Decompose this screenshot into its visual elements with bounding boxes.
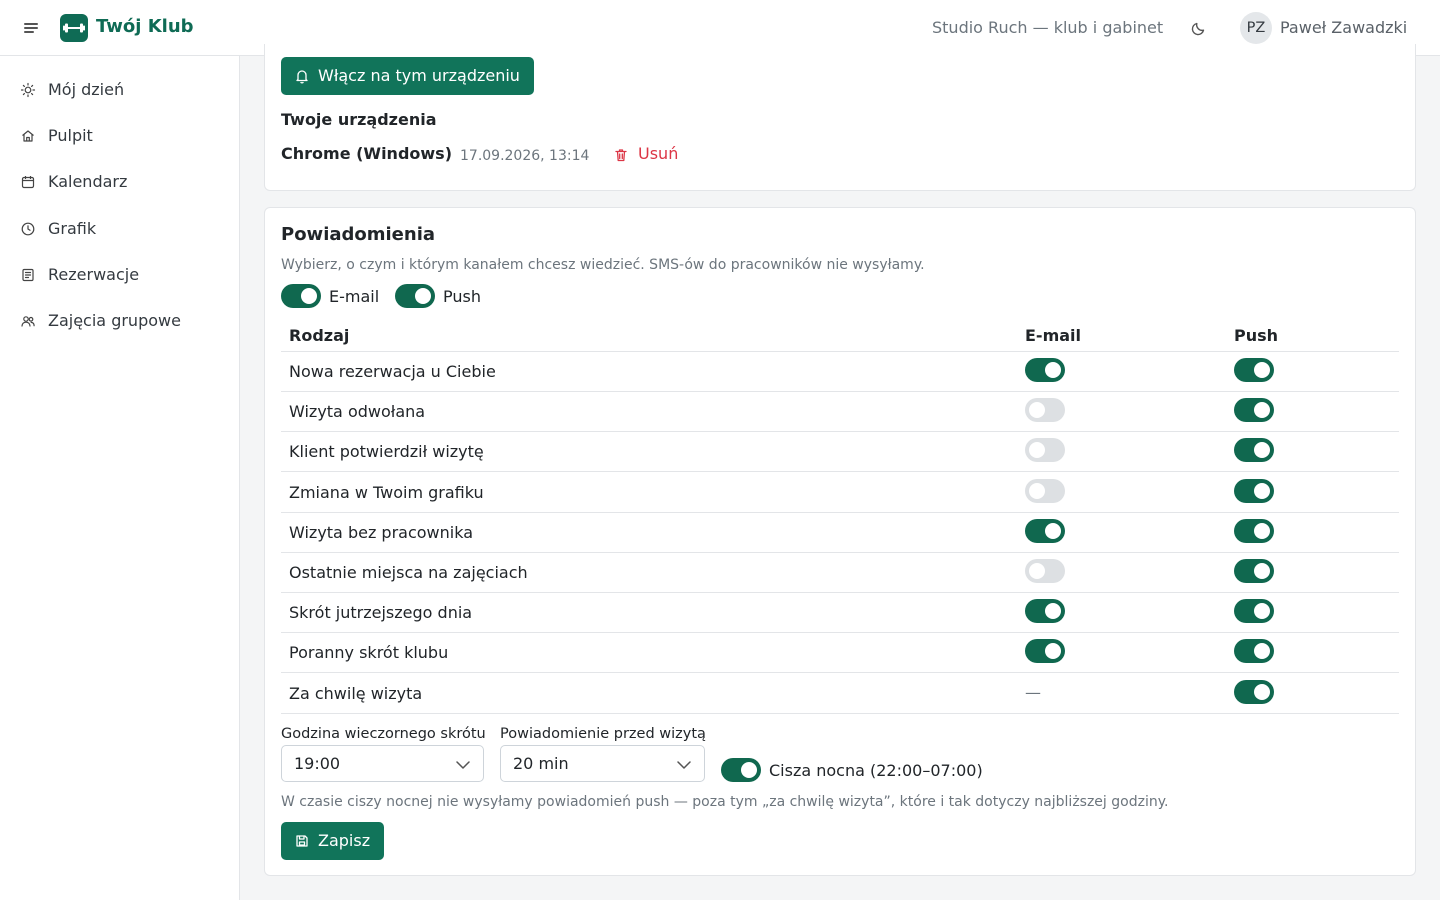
email-toggle[interactable] xyxy=(1025,599,1065,624)
column-type: Rodzaj xyxy=(289,326,350,345)
sidebar-item-reservations[interactable]: Rezerwacje xyxy=(0,255,239,295)
sidebar-item-label: Rezerwacje xyxy=(48,265,140,284)
push-toggle[interactable] xyxy=(1234,559,1274,583)
menu-icon[interactable] xyxy=(22,19,42,37)
row-label: Ostatnie miejsca na zajęciach xyxy=(289,563,528,582)
push-toggle[interactable] xyxy=(1234,478,1274,503)
save-icon xyxy=(296,835,308,847)
sidebar: Mój dzień Pulpit Kalendarz Grafik Rezerw… xyxy=(0,56,240,900)
table-row: Klient potwierdził wizytę xyxy=(281,432,1399,473)
studio-name: Studio Ruch — klub i gabinet xyxy=(932,18,1164,37)
table-row: Wizyta odwołana xyxy=(281,392,1399,433)
push-toggle[interactable] xyxy=(1234,438,1274,463)
email-toggle[interactable] xyxy=(1025,438,1065,463)
notifications-card: Powiadomienia Wybierz, o czym i którym k… xyxy=(264,207,1416,876)
email-unavailable: — xyxy=(1025,682,1041,702)
column-email: E-mail xyxy=(1025,326,1082,345)
table-row: Poranny skrót klubu xyxy=(281,633,1399,674)
calendar-icon xyxy=(21,176,35,189)
sun-icon xyxy=(20,82,36,98)
trash-icon xyxy=(615,149,627,162)
before-visit-value: 20 min xyxy=(513,754,569,773)
user-name[interactable]: Paweł Zawadzki xyxy=(1280,17,1407,39)
row-label: Zmiana w Twoim grafiku xyxy=(289,482,484,502)
push-toggle[interactable] xyxy=(1234,398,1274,423)
notifications-title: Powiadomienia xyxy=(281,224,436,245)
brand-title[interactable]: Twój Klub xyxy=(96,15,194,39)
sidebar-item-dashboard[interactable]: Pulpit xyxy=(0,116,239,156)
before-visit-label: Powiadomienie przed wizytą xyxy=(500,726,706,742)
sidebar-item-label: Grafik xyxy=(48,219,97,238)
device-name: Chrome (Windows) xyxy=(281,144,453,163)
home-icon xyxy=(22,130,34,142)
master-email-toggle[interactable] xyxy=(281,284,321,308)
save-button[interactable]: Zapisz xyxy=(281,822,384,860)
sidebar-item-group-classes[interactable]: Zajęcia grupowe xyxy=(0,301,239,341)
email-toggle[interactable] xyxy=(1025,358,1065,382)
table-row: Ostatnie miejsca na zajęciach xyxy=(281,553,1399,593)
table-row: Wizyta bez pracownika xyxy=(281,513,1399,553)
row-label: Wizyta bez pracownika xyxy=(289,522,474,542)
master-email-label: E-mail xyxy=(329,287,380,306)
column-push: Push xyxy=(1234,326,1279,345)
sidebar-item-label: Kalendarz xyxy=(48,172,128,191)
push-toggle[interactable] xyxy=(1234,518,1274,543)
push-toggle[interactable] xyxy=(1234,358,1274,382)
list-icon xyxy=(22,268,34,282)
enable-push-label: Włącz na tym urządzeniu xyxy=(318,66,520,85)
push-toggle[interactable] xyxy=(1234,599,1274,624)
table-row: Za chwilę wizyta — xyxy=(281,674,1399,714)
clock-icon xyxy=(21,222,35,236)
push-toggle[interactable] xyxy=(1234,639,1274,664)
row-label: Skrót jutrzejszego dnia xyxy=(289,603,473,623)
row-label: Poranny skrót klubu xyxy=(289,643,449,663)
email-toggle[interactable] xyxy=(1025,478,1065,503)
master-push-toggle[interactable] xyxy=(395,284,435,308)
table-row: Nowa rezerwacja u Ciebie xyxy=(281,352,1399,392)
row-label: Za chwilę wizyta xyxy=(289,683,423,703)
delete-label: Usuń xyxy=(638,144,679,163)
chevron-down-icon xyxy=(677,761,691,769)
avatar[interactable]: PZ xyxy=(1240,12,1272,44)
sidebar-item-my-day[interactable]: Mój dzień xyxy=(0,70,239,110)
users-icon xyxy=(21,316,35,327)
save-label: Zapisz xyxy=(318,831,371,850)
push-toggle[interactable] xyxy=(1234,679,1274,704)
bell-icon xyxy=(296,70,308,84)
table-header: Rodzaj E-mail Push xyxy=(281,320,1399,352)
email-toggle[interactable] xyxy=(1025,559,1065,583)
table-row: Skrót jutrzejszego dnia xyxy=(281,593,1399,634)
before-visit-select[interactable]: 20 min xyxy=(500,745,705,782)
chevron-down-icon xyxy=(456,761,470,769)
quiet-hours-hint: W czasie ciszy nocnej nie wysyłamy powia… xyxy=(281,794,1169,810)
logo-icon xyxy=(60,14,88,42)
push-devices-card: Włącz na tym urządzeniu Twoje urządzenia… xyxy=(264,44,1416,191)
row-label: Wizyta odwołana xyxy=(289,402,426,422)
enable-push-button[interactable]: Włącz na tym urządzeniu xyxy=(281,57,534,95)
sidebar-item-label: Pulpit xyxy=(48,126,93,145)
sidebar-item-calendar[interactable]: Kalendarz xyxy=(0,162,239,202)
email-toggle[interactable] xyxy=(1025,639,1065,664)
quiet-hours-toggle[interactable] xyxy=(721,758,761,782)
sidebar-item-label: Zajęcia grupowe xyxy=(48,311,181,330)
email-toggle[interactable] xyxy=(1025,518,1065,543)
quiet-hours-label: Cisza nocna (22:00–07:00) xyxy=(769,761,983,780)
sidebar-item-schedule[interactable]: Grafik xyxy=(0,209,239,249)
evening-summary-select[interactable]: 19:00 xyxy=(281,745,484,782)
notifications-description: Wybierz, o czym i którym kanałem chcesz … xyxy=(281,257,925,273)
master-push-label: Push xyxy=(443,287,481,306)
device-date: 17.09.2026, 13:14 xyxy=(460,148,590,164)
devices-heading: Twoje urządzenia xyxy=(281,110,437,129)
moon-icon[interactable] xyxy=(1190,19,1208,37)
evening-summary-label: Godzina wieczornego skrótu xyxy=(281,726,486,742)
sidebar-item-label: Mój dzień xyxy=(48,80,125,99)
email-toggle[interactable] xyxy=(1025,398,1065,423)
evening-summary-value: 19:00 xyxy=(294,754,341,773)
table-row: Zmiana w Twoim grafiku xyxy=(281,473,1399,513)
row-label: Klient potwierdził wizytę xyxy=(289,442,484,462)
row-label: Nowa rezerwacja u Ciebie xyxy=(289,362,496,381)
